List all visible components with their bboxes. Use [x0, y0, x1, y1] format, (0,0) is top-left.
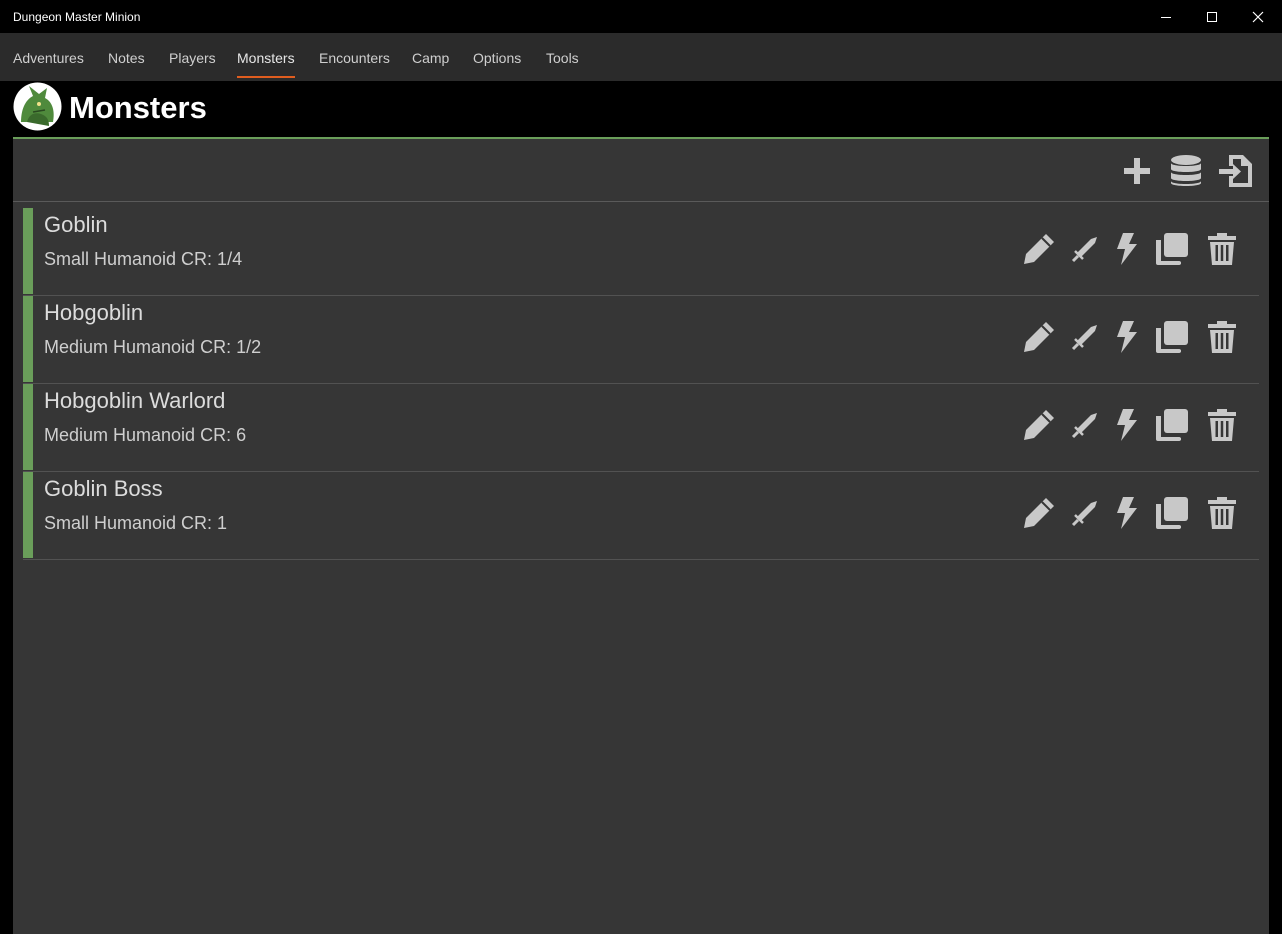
- monsters-panel: Goblin Small Humanoid CR: 1/4 Hobgoblin …: [13, 137, 1269, 934]
- lightning-icon: [1117, 409, 1137, 441]
- row-actions: [1009, 317, 1259, 357]
- lightning-icon: [1117, 233, 1137, 265]
- menu-item-monsters[interactable]: Monsters: [237, 50, 295, 66]
- maximize-icon: [1207, 11, 1217, 22]
- menu-item-options[interactable]: Options: [473, 50, 521, 66]
- pencil-icon: [1024, 498, 1054, 528]
- pencil-icon: [1024, 234, 1054, 264]
- close-icon: [1252, 11, 1264, 22]
- duplicate-button[interactable]: [1152, 229, 1192, 269]
- dragon-logo-icon: [13, 82, 62, 131]
- minimize-icon: [1161, 16, 1171, 18]
- row-accent-bar: [23, 384, 33, 470]
- monster-subtitle: Medium Humanoid CR: 1/2: [44, 337, 262, 357]
- edit-button[interactable]: [1019, 317, 1059, 357]
- row-actions: [1009, 493, 1259, 533]
- minimize-button[interactable]: [1143, 0, 1189, 33]
- lightning-icon: [1117, 321, 1137, 353]
- title-bar: Dungeon Master Minion: [0, 0, 1282, 33]
- copy-icon: [1156, 497, 1188, 529]
- active-tab-indicator: [237, 76, 295, 78]
- sword-icon: [1071, 501, 1097, 527]
- delete-button[interactable]: [1202, 493, 1242, 533]
- pencil-icon: [1024, 322, 1054, 352]
- copy-icon: [1156, 233, 1188, 265]
- delete-button[interactable]: [1202, 405, 1242, 445]
- plus-icon: [1124, 158, 1150, 184]
- edit-button[interactable]: [1019, 229, 1059, 269]
- sword-icon: [1071, 413, 1097, 439]
- trash-icon: [1208, 497, 1236, 529]
- menu-item-players[interactable]: Players: [169, 50, 216, 66]
- pencil-icon: [1024, 410, 1054, 440]
- menu-item-camp[interactable]: Camp: [412, 50, 449, 66]
- lightning-icon: [1117, 497, 1137, 529]
- row-accent-bar: [23, 472, 33, 558]
- list-item[interactable]: Goblin Small Humanoid CR: 1/4: [23, 208, 1259, 296]
- row-actions: [1009, 229, 1259, 269]
- import-file-icon: [1219, 155, 1252, 187]
- main-menu: Adventures Notes Players Monsters Encoun…: [0, 33, 1282, 81]
- sword-icon: [1071, 237, 1097, 263]
- menu-item-notes[interactable]: Notes: [108, 50, 145, 66]
- attack-button[interactable]: [1065, 229, 1105, 269]
- duplicate-button[interactable]: [1152, 317, 1192, 357]
- page-title: Monsters: [69, 90, 207, 125]
- row-accent-bar: [23, 296, 33, 382]
- attack-button[interactable]: [1065, 493, 1105, 533]
- copy-icon: [1156, 409, 1188, 441]
- row-actions: [1009, 405, 1259, 445]
- duplicate-button[interactable]: [1152, 405, 1192, 445]
- monster-name: Hobgoblin: [44, 300, 144, 325]
- monster-subtitle: Medium Humanoid CR: 6: [44, 425, 247, 445]
- page-header: Monsters: [0, 81, 1282, 137]
- list-item[interactable]: Hobgoblin Warlord Medium Humanoid CR: 6: [23, 384, 1259, 472]
- list-item[interactable]: Hobgoblin Medium Humanoid CR: 1/2: [23, 296, 1259, 384]
- database-icon: [1171, 155, 1201, 186]
- delete-button[interactable]: [1202, 317, 1242, 357]
- monster-subtitle: Small Humanoid CR: 1/4: [44, 249, 243, 269]
- abilities-button[interactable]: [1107, 493, 1147, 533]
- import-monster-button[interactable]: [1218, 153, 1254, 189]
- row-accent-bar: [23, 208, 33, 294]
- attack-button[interactable]: [1065, 405, 1105, 445]
- trash-icon: [1208, 321, 1236, 353]
- edit-button[interactable]: [1019, 405, 1059, 445]
- monster-name: Goblin: [44, 212, 108, 237]
- monster-subtitle: Small Humanoid CR: 1: [44, 513, 228, 533]
- monster-name: Goblin Boss: [44, 476, 163, 501]
- add-monster-button[interactable]: [1119, 153, 1155, 189]
- sword-icon: [1071, 325, 1097, 351]
- window-title: Dungeon Master Minion: [13, 10, 141, 24]
- abilities-button[interactable]: [1107, 229, 1147, 269]
- list-item[interactable]: Goblin Boss Small Humanoid CR: 1: [23, 472, 1259, 560]
- maximize-button[interactable]: [1189, 0, 1235, 33]
- monsters-toolbar: [13, 139, 1269, 202]
- menu-item-tools[interactable]: Tools: [546, 50, 579, 66]
- abilities-button[interactable]: [1107, 317, 1147, 357]
- trash-icon: [1208, 233, 1236, 265]
- copy-icon: [1156, 321, 1188, 353]
- trash-icon: [1208, 409, 1236, 441]
- monster-name: Hobgoblin Warlord: [44, 388, 226, 413]
- close-button[interactable]: [1235, 0, 1281, 33]
- delete-button[interactable]: [1202, 229, 1242, 269]
- abilities-button[interactable]: [1107, 405, 1147, 445]
- menu-item-adventures[interactable]: Adventures: [13, 50, 84, 66]
- monster-database-button[interactable]: [1168, 153, 1204, 189]
- menu-item-encounters[interactable]: Encounters: [319, 50, 390, 66]
- attack-button[interactable]: [1065, 317, 1105, 357]
- duplicate-button[interactable]: [1152, 493, 1192, 533]
- monster-list: Goblin Small Humanoid CR: 1/4 Hobgoblin …: [23, 208, 1259, 560]
- edit-button[interactable]: [1019, 493, 1059, 533]
